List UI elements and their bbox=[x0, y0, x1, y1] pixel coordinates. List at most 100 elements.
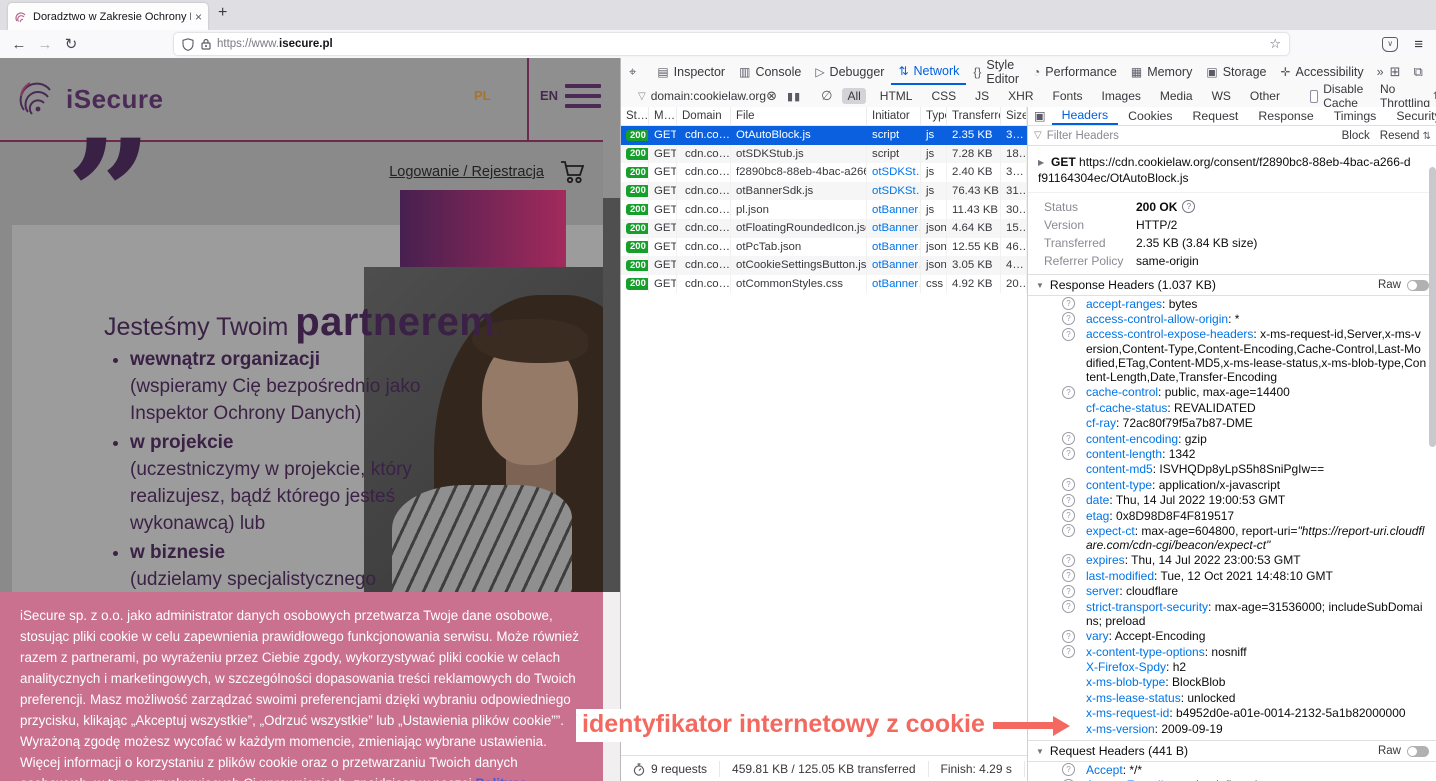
disable-cache-checkbox[interactable] bbox=[1310, 90, 1318, 103]
forward-button[interactable]: → bbox=[32, 36, 58, 53]
header-row[interactable]: ? content-length: 1342 bbox=[1028, 446, 1436, 461]
column-header-m[interactable]: M… bbox=[649, 107, 677, 125]
help-icon[interactable]: ? bbox=[1062, 447, 1075, 460]
network-table-header[interactable]: St…M…DomainFileInitiatorTypeTransferredS… bbox=[621, 107, 1027, 126]
app-menu-icon[interactable]: ≡ bbox=[1414, 36, 1422, 53]
header-row[interactable]: ? vary: Accept-Encoding bbox=[1028, 629, 1436, 644]
help-icon[interactable]: ? bbox=[1062, 585, 1075, 598]
resend-button[interactable]: Resend ⇅ bbox=[1380, 130, 1431, 142]
response-headers-section[interactable]: ▼ Response Headers (1.037 KB) Raw bbox=[1028, 274, 1436, 296]
help-icon[interactable]: ? bbox=[1062, 600, 1075, 613]
detail-tab-request[interactable]: Request bbox=[1183, 107, 1249, 125]
more-tabs-icon[interactable]: » bbox=[1371, 65, 1390, 79]
raw-toggle[interactable] bbox=[1407, 746, 1429, 757]
header-row[interactable]: ? x-ms-blob-type: BlockBlob bbox=[1028, 675, 1436, 690]
collapse-triangle-icon[interactable]: ▼ bbox=[1036, 747, 1044, 756]
header-row[interactable]: ? expect-ct: max-age=604800, report-uri=… bbox=[1028, 523, 1436, 553]
clear-filter-icon[interactable]: ⊗ bbox=[766, 88, 777, 104]
network-request-row[interactable]: 200 GET cdn.co… otBannerSdk.js otSDKSt… … bbox=[621, 182, 1027, 201]
network-request-row[interactable]: 200 GET cdn.co… OtAutoBlock.js script js… bbox=[621, 126, 1027, 145]
devtools-tab-debugger[interactable]: ▷Debugger bbox=[808, 58, 891, 85]
tab-close-icon[interactable]: × bbox=[195, 10, 202, 24]
network-request-row[interactable]: 200 GET cdn.co… otCommonStyles.css otBan… bbox=[621, 275, 1027, 294]
site-menu-icon[interactable] bbox=[565, 84, 601, 114]
header-row[interactable]: ? x-ms-request-id: b4952d0e-a01e-0014-21… bbox=[1028, 706, 1436, 721]
block-requests-icon[interactable]: ∅ bbox=[821, 88, 832, 104]
browser-tab[interactable]: Doradztwo w Zakresie Ochrony Dany × bbox=[8, 3, 208, 30]
detail-tab-timings[interactable]: Timings bbox=[1324, 107, 1387, 125]
help-icon[interactable]: ? bbox=[1062, 645, 1075, 658]
separate-window-icon[interactable]: ⧉ bbox=[1413, 64, 1422, 80]
help-icon[interactable]: ? bbox=[1062, 478, 1075, 491]
column-header-st[interactable]: St… bbox=[621, 107, 649, 125]
help-icon[interactable]: ? bbox=[1062, 494, 1075, 507]
type-filter-ws[interactable]: WS bbox=[1207, 88, 1236, 104]
column-header-file[interactable]: File bbox=[731, 107, 867, 125]
type-filter-xhr[interactable]: XHR bbox=[1003, 88, 1038, 104]
expand-triangle-icon[interactable]: ▶ bbox=[1038, 155, 1044, 171]
disable-cache-control[interactable]: Disable Cache bbox=[1310, 82, 1368, 110]
network-request-row[interactable]: 200 GET cdn.co… otCookieSettingsButton.j… bbox=[621, 256, 1027, 275]
header-row[interactable]: ? etag: 0x8D98D8F4F819517 bbox=[1028, 508, 1436, 523]
column-header-size[interactable]: Size bbox=[1001, 107, 1027, 125]
reload-button[interactable]: ↻ bbox=[58, 35, 84, 53]
devtools-tab-memory[interactable]: ▦Memory bbox=[1124, 58, 1200, 85]
site-scrollbar-bottom[interactable] bbox=[603, 592, 620, 781]
column-header-domain[interactable]: Domain bbox=[677, 107, 731, 125]
header-row[interactable]: ? x-ms-version: 2009-09-19 bbox=[1028, 721, 1436, 736]
collapse-triangle-icon[interactable]: ▼ bbox=[1036, 281, 1044, 290]
type-filter-images[interactable]: Images bbox=[1097, 88, 1146, 104]
devtools-tab-storage[interactable]: ▣Storage bbox=[1199, 58, 1273, 85]
detail-tab-security[interactable]: Security bbox=[1386, 107, 1436, 125]
header-row[interactable]: ? content-md5: ISVHQDp8yLpS5h8SniPgIw== bbox=[1028, 462, 1436, 477]
header-row[interactable]: ? last-modified: Tue, 12 Oct 2021 14:48:… bbox=[1028, 568, 1436, 583]
network-request-row[interactable]: 200 GET cdn.co… pl.json otBanner… js 11.… bbox=[621, 200, 1027, 219]
column-header-type[interactable]: Type bbox=[921, 107, 947, 125]
request-headers-section[interactable]: ▼ Request Headers (441 B) Raw bbox=[1028, 740, 1436, 762]
site-scrollbar-mid[interactable] bbox=[603, 198, 620, 592]
help-icon[interactable]: ? bbox=[1062, 509, 1075, 522]
header-row[interactable]: ? content-encoding: gzip bbox=[1028, 431, 1436, 446]
devtools-tab-performance[interactable]: ◔Performance bbox=[1026, 58, 1124, 85]
detail-scrollbar-thumb[interactable] bbox=[1429, 167, 1436, 447]
help-icon[interactable]: ? bbox=[1062, 297, 1075, 310]
panel-toggle-icon[interactable]: ▣ bbox=[1028, 107, 1052, 125]
header-row[interactable]: ? server: cloudflare bbox=[1028, 584, 1436, 599]
devtools-tab-inspector[interactable]: ▤Inspector bbox=[650, 58, 732, 85]
request-url-line[interactable]: ▶ GET https://cdn.cookielaw.org/consent/… bbox=[1028, 146, 1436, 193]
detail-tab-response[interactable]: Response bbox=[1248, 107, 1323, 125]
url-bar[interactable]: https://www.isecure.pl ☆ bbox=[174, 33, 1289, 55]
devtools-tab-accessibility[interactable]: ✛Accessibility bbox=[1273, 58, 1370, 85]
help-icon[interactable]: ? bbox=[1062, 432, 1075, 445]
detail-tab-headers[interactable]: Headers bbox=[1052, 107, 1118, 125]
header-row[interactable]: ? cf-cache-status: REVALIDATED bbox=[1028, 400, 1436, 415]
header-row[interactable]: ? Accept: */* bbox=[1028, 762, 1436, 777]
bookmark-star-icon[interactable]: ☆ bbox=[1269, 36, 1281, 52]
devtools-tab-network[interactable]: ⇅Network bbox=[891, 58, 966, 85]
lang-pl-button[interactable]: PL bbox=[474, 88, 491, 103]
lang-en-button[interactable]: EN bbox=[540, 88, 558, 103]
help-icon[interactable]: ? bbox=[1062, 312, 1075, 325]
type-filter-js[interactable]: JS bbox=[970, 88, 994, 104]
header-row[interactable]: ? access-control-allow-origin: * bbox=[1028, 311, 1436, 326]
devtools-tab-style-editor[interactable]: {}Style Editor bbox=[966, 58, 1026, 85]
header-row[interactable]: ? cf-ray: 72ac80f79f5a7b87-DME bbox=[1028, 416, 1436, 431]
pause-requests-icon[interactable]: ▮▮ bbox=[787, 90, 801, 103]
type-filter-html[interactable]: HTML bbox=[875, 88, 918, 104]
help-icon[interactable]: ? bbox=[1062, 554, 1075, 567]
type-filter-media[interactable]: Media bbox=[1155, 88, 1198, 104]
header-row[interactable]: ? cache-control: public, max-age=14400 bbox=[1028, 385, 1436, 400]
header-row[interactable]: ? x-ms-lease-status: unlocked bbox=[1028, 690, 1436, 705]
raw-toggle[interactable] bbox=[1407, 280, 1429, 291]
request-filter-input[interactable]: ▽ domain:cookielaw.org bbox=[634, 89, 766, 103]
cart-icon[interactable] bbox=[560, 160, 586, 184]
header-row[interactable]: ? date: Thu, 14 Jul 2022 19:00:53 GMT bbox=[1028, 493, 1436, 508]
type-filter-css[interactable]: CSS bbox=[926, 88, 961, 104]
header-row[interactable]: ? strict-transport-security: max-age=315… bbox=[1028, 599, 1436, 629]
help-icon[interactable]: ? bbox=[1062, 630, 1075, 643]
help-icon[interactable]: ? bbox=[1062, 328, 1075, 341]
help-icon[interactable]: ? bbox=[1062, 524, 1075, 537]
header-row[interactable]: ? accept-ranges: bytes bbox=[1028, 296, 1436, 311]
detail-tab-cookies[interactable]: Cookies bbox=[1118, 107, 1182, 125]
network-request-row[interactable]: 200 GET cdn.co… otSDKStub.js script js 7… bbox=[621, 145, 1027, 164]
